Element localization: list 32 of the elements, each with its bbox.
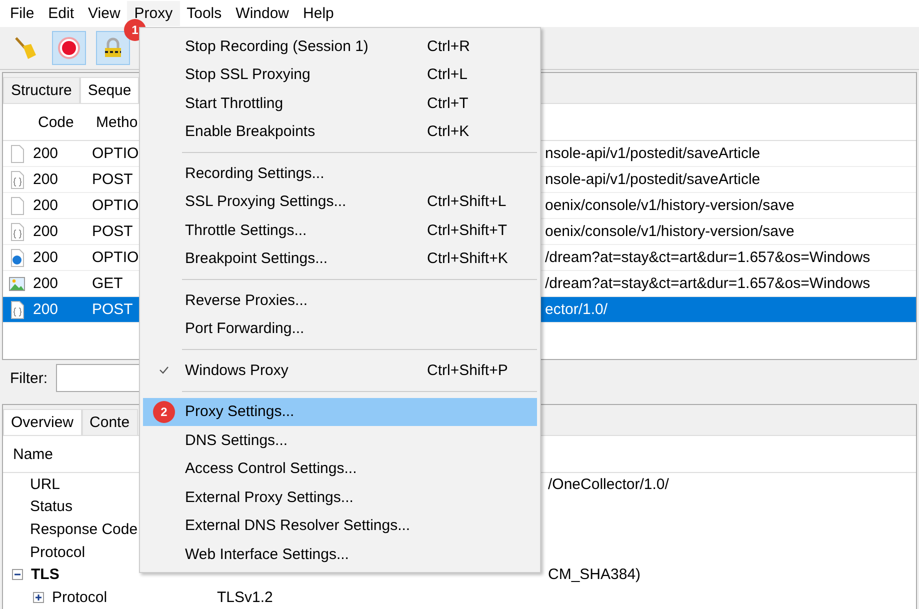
table-cell: POST bbox=[92, 171, 133, 188]
table-cell: /dream?at=stay&ct=art&dur=1.657&os=Windows bbox=[545, 275, 870, 292]
table-cell: OPTIO bbox=[92, 249, 139, 266]
property-name: Protocol bbox=[52, 588, 108, 606]
property-value: /OneCollector/1.0/ bbox=[548, 476, 669, 493]
filter-label: Filter: bbox=[10, 370, 48, 386]
table-cell: nsole-api/v1/postedit/saveArticle bbox=[545, 145, 760, 162]
table-cell-text: 200 bbox=[32, 223, 60, 240]
table-cell-text: 200 bbox=[32, 197, 60, 214]
table-cell-text: 200 bbox=[32, 275, 60, 292]
property-value: CM_SHA384) bbox=[548, 566, 641, 584]
property-name: Protocol bbox=[30, 544, 86, 561]
table-cell-text: 200 bbox=[32, 301, 60, 318]
property-value: TLSv1.2 bbox=[217, 588, 273, 606]
property-name: TLS bbox=[31, 566, 60, 584]
table-cell: ector/1.0/ bbox=[545, 301, 608, 318]
table-cell: OPTIO bbox=[92, 145, 139, 162]
step-badge: 2 bbox=[153, 400, 175, 423]
table-cell: GET bbox=[92, 275, 123, 292]
table-cell: /dream?at=stay&ct=art&dur=1.657&os=Windows bbox=[545, 249, 870, 266]
property-name: Status bbox=[30, 498, 73, 516]
table-cell: POST bbox=[92, 301, 133, 318]
table-cell: POST bbox=[92, 223, 133, 240]
table-cell: OPTIO bbox=[92, 197, 139, 214]
property-name: Response Code bbox=[30, 520, 138, 538]
table-cell: oenix/console/v1/history-version/save bbox=[545, 197, 794, 214]
property-name: URL bbox=[30, 476, 60, 493]
table-cell-text: 200 bbox=[32, 145, 60, 162]
table-cell: nsole-api/v1/postedit/saveArticle bbox=[545, 171, 760, 188]
table-cell: oenix/console/v1/history-version/save bbox=[545, 223, 794, 240]
table-cell-text: 200 bbox=[32, 171, 60, 188]
table-cell-text: 200 bbox=[32, 249, 60, 266]
